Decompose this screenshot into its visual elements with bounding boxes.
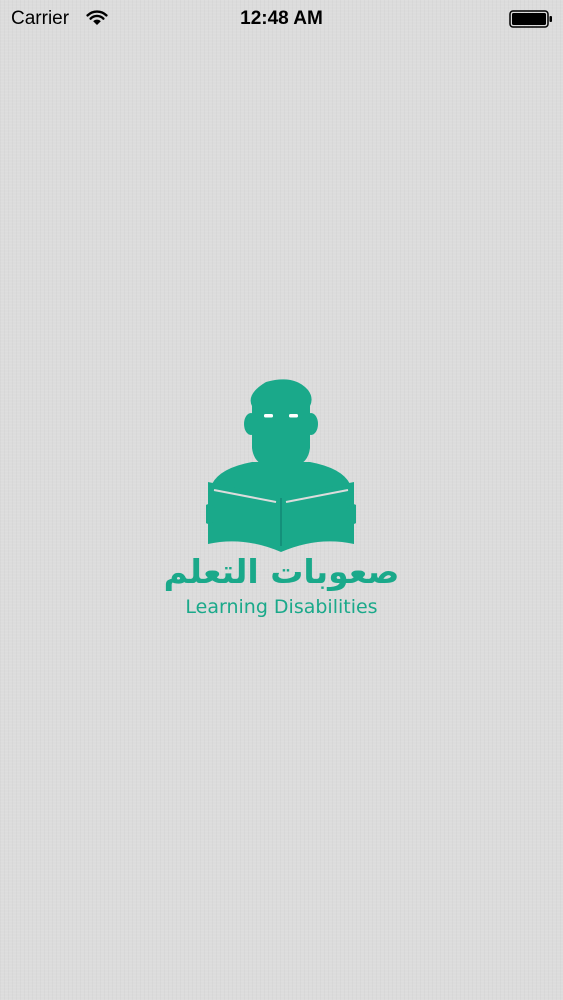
reader-with-book-icon <box>202 376 360 552</box>
splash-screen: { "status_bar": { "carrier": "Carrier", … <box>0 0 563 1000</box>
app-title-arabic: صعوبات التعلم <box>163 552 400 591</box>
app-logo: صعوبات التعلم Learning Disabilities <box>150 376 413 626</box>
status-time: 12:48 AM <box>240 8 323 29</box>
app-title-english: Learning Disabilities <box>185 596 378 618</box>
status-bar: Carrier 12:48 AM <box>0 0 563 38</box>
battery-icon <box>509 10 553 28</box>
